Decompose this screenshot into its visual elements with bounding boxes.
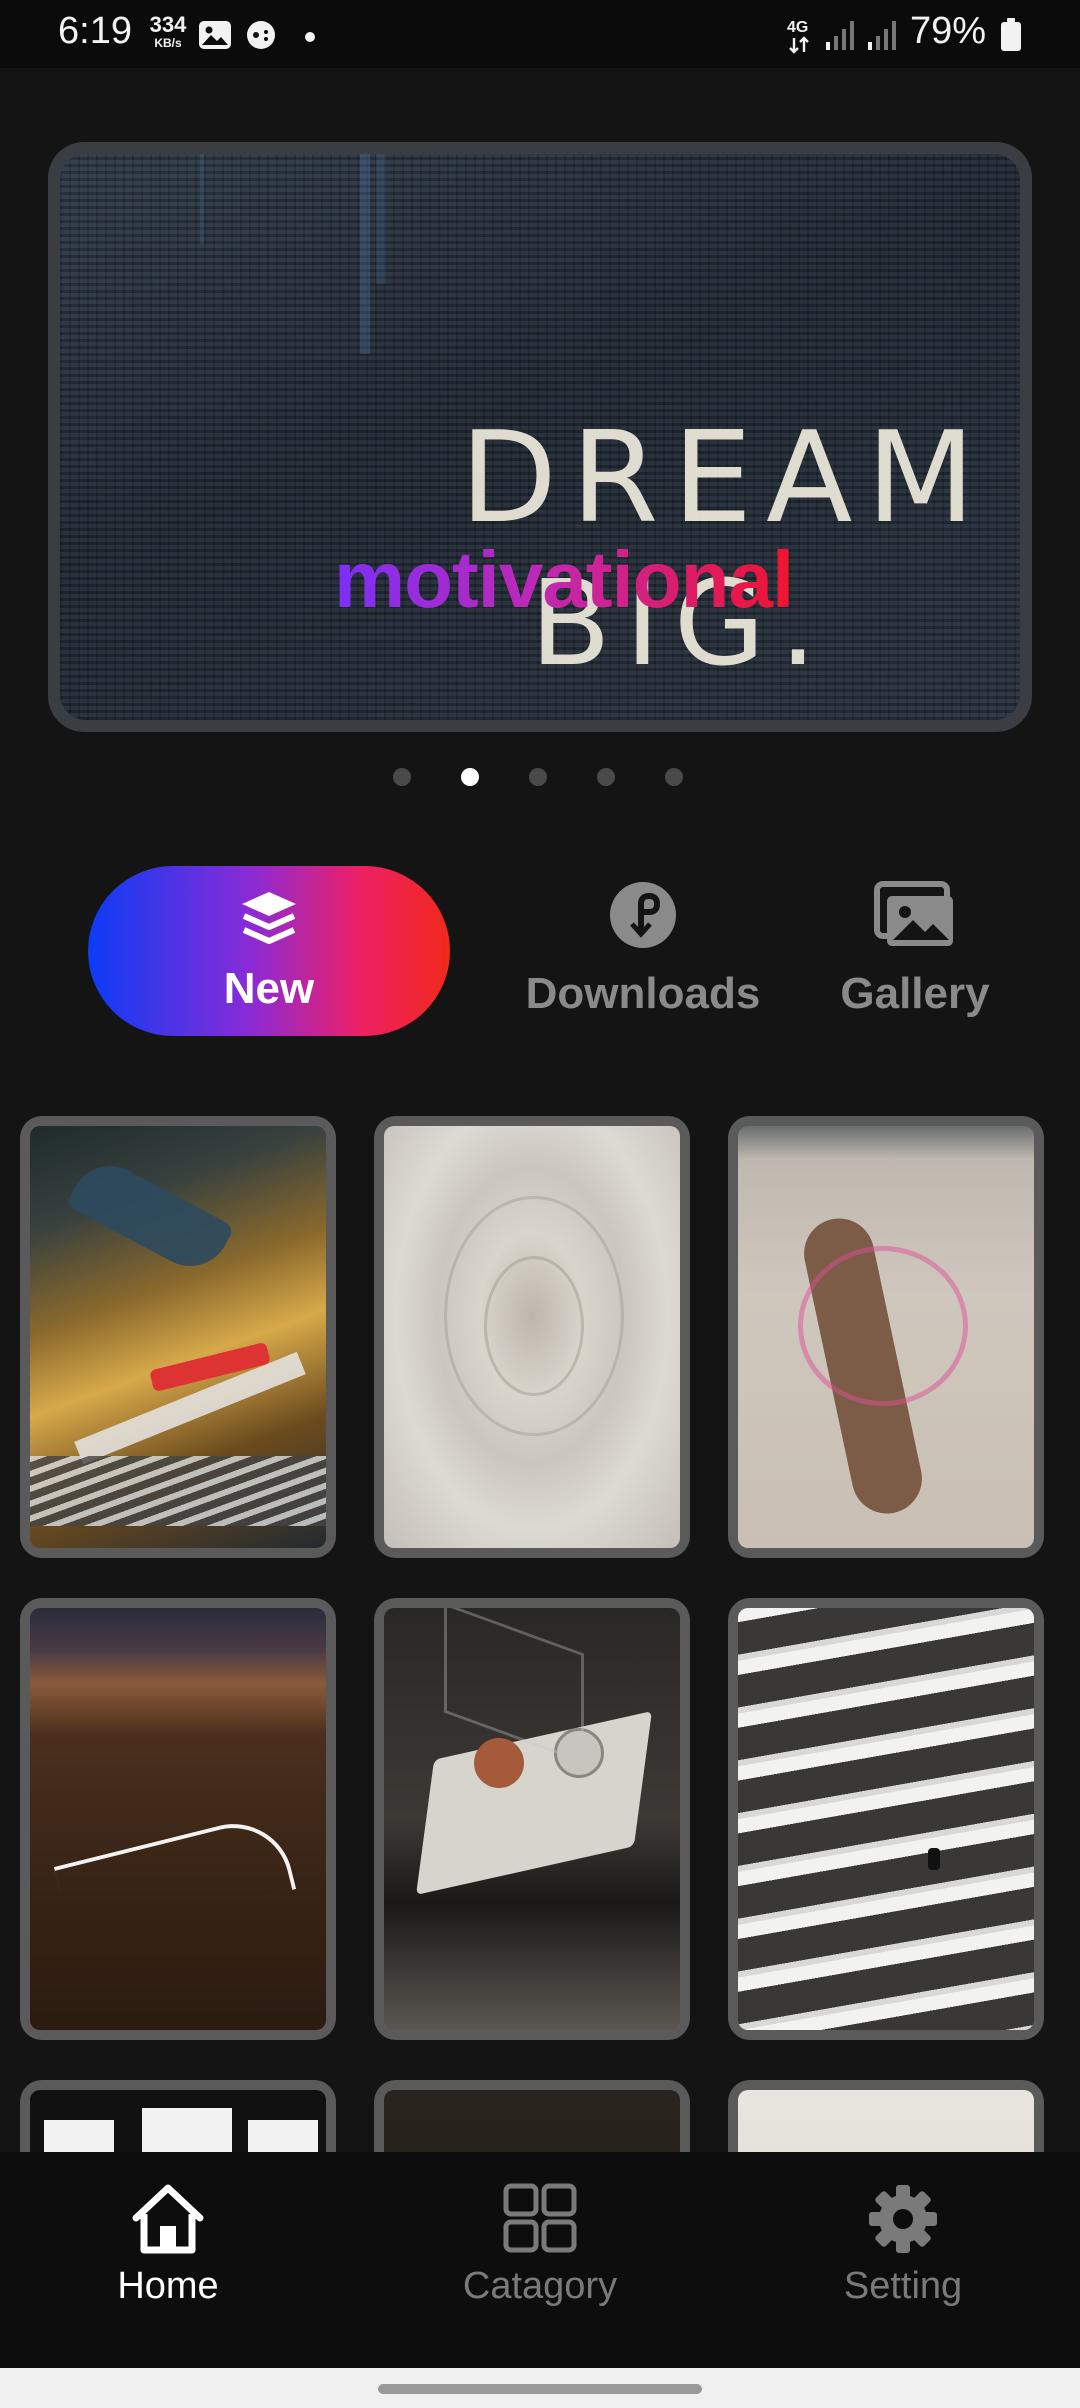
wallpaper-card-canyon[interactable] xyxy=(20,1598,336,2040)
nav-home[interactable]: Home xyxy=(96,2182,240,2308)
wallpaper-card-texture[interactable] xyxy=(728,2080,1044,2152)
download-icon xyxy=(608,882,678,954)
wallpaper-image xyxy=(738,2090,1034,2152)
nav-setting-label: Setting xyxy=(843,2265,963,2307)
layers-icon xyxy=(236,886,302,957)
net-speed: 334 KB/s xyxy=(146,12,190,50)
4g-icon: 4G xyxy=(786,16,816,59)
wallpaper-card-rose[interactable] xyxy=(374,1116,690,1558)
tab-gallery[interactable]: Gallery xyxy=(820,880,1010,1019)
wallpaper-card-squares[interactable] xyxy=(20,2080,336,2152)
gallery-notification-icon xyxy=(198,20,232,55)
gallery-icon xyxy=(873,881,957,954)
signal-icon xyxy=(824,18,858,57)
wallpaper-image xyxy=(30,1608,326,2030)
carousel-dot-active[interactable] xyxy=(461,768,479,786)
carousel-dot[interactable] xyxy=(393,768,411,786)
gear-icon xyxy=(866,2185,940,2260)
signal-icon xyxy=(866,18,900,57)
banner-category-label: motivational xyxy=(334,535,794,624)
wallpaper-image xyxy=(384,1608,680,2030)
svg-text:4G: 4G xyxy=(787,19,808,36)
wallpaper-image xyxy=(30,1126,326,1548)
tab-gallery-label: Gallery xyxy=(840,969,990,1018)
wallpaper-card-beach[interactable] xyxy=(728,1116,1044,1558)
tab-downloads[interactable]: Downloads xyxy=(520,880,766,1019)
home-icon xyxy=(128,2184,208,2260)
tab-new-label: New xyxy=(223,964,315,1013)
wallpaper-grid xyxy=(0,1112,1080,2152)
carousel-dot[interactable] xyxy=(597,768,615,786)
nav-category-label: Catagory xyxy=(462,2265,618,2307)
net-speed-unit: KB/s xyxy=(154,36,182,50)
nav-setting[interactable]: Setting xyxy=(818,2182,988,2308)
carousel-dot[interactable] xyxy=(665,768,683,786)
tab-new[interactable]: New xyxy=(88,866,450,1036)
status-bar: 6:19 334 KB/s 4G 79% xyxy=(0,0,1080,68)
battery-percent: 79% xyxy=(910,10,987,52)
dot-icon xyxy=(304,30,316,48)
battery-icon xyxy=(1000,18,1022,57)
wallpaper-image xyxy=(384,1126,680,1548)
home-gesture-handle[interactable] xyxy=(378,2384,702,2394)
featured-banner[interactable]: DREAM BIG. motivational xyxy=(48,142,1032,732)
wallpaper-card-reel-player[interactable] xyxy=(374,1598,690,2040)
grid-icon xyxy=(500,2183,580,2260)
wallpaper-image xyxy=(384,2090,680,2152)
game-notification-icon xyxy=(244,20,278,55)
nav-category[interactable]: Catagory xyxy=(430,2182,650,2308)
wallpaper-card-dark[interactable] xyxy=(374,2080,690,2152)
wallpaper-card-car[interactable] xyxy=(20,1116,336,1558)
chalk-text-line1: DREAM xyxy=(460,404,990,551)
wallpaper-card-building[interactable] xyxy=(728,1598,1044,2040)
wallpaper-image xyxy=(738,1608,1034,2030)
wallpaper-image xyxy=(30,2090,326,2152)
bottom-navigation: Home Catagory Setting xyxy=(0,2152,1080,2368)
net-speed-value: 334 xyxy=(149,12,187,37)
tab-downloads-label: Downloads xyxy=(525,969,761,1018)
status-time: 6:19 xyxy=(58,10,132,52)
carousel-dot[interactable] xyxy=(529,768,547,786)
nav-home-label: Home xyxy=(117,2265,219,2307)
gesture-bar xyxy=(0,2368,1080,2408)
wallpaper-image xyxy=(738,1126,1034,1548)
banner-image: DREAM BIG. xyxy=(60,154,1020,720)
